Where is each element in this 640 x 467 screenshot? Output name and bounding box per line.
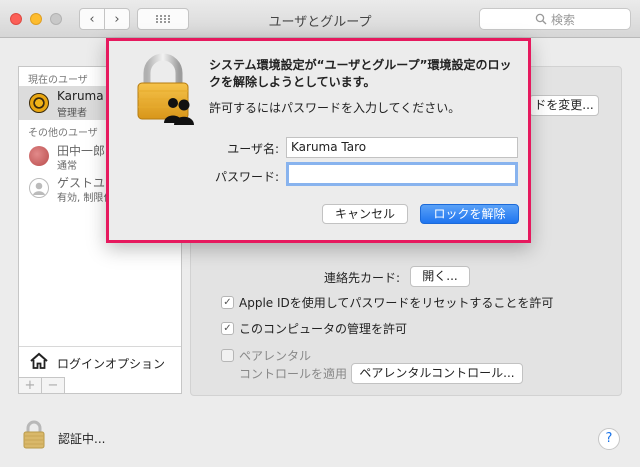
user-avatar [29,146,49,166]
chevron-left-icon: ‹ [89,11,95,27]
open-contact-card-button[interactable]: 開く... [410,266,470,287]
remove-user-button[interactable]: − [42,378,64,393]
auth-status-text: 認証中... [58,432,106,446]
window-title: ユーザとグループ [268,15,372,30]
user-role: 管理者 [57,108,87,119]
house-icon [30,352,48,369]
unlock-dialog: システム環境設定が“ユーザとグループ”環境設定のロックを解除しようとしています。… [106,38,531,243]
search-input[interactable]: 検索 [479,8,631,30]
reset-password-apple-id-checkbox[interactable]: ✓ [221,296,234,309]
allow-admin-checkbox[interactable]: ✓ [221,322,234,335]
user-avatar [29,93,49,113]
lock-icon[interactable] [22,420,46,450]
password-field[interactable] [286,162,518,186]
change-password-button[interactable]: ドを変更... [529,95,599,116]
minimize-window-button[interactable] [30,13,42,25]
help-button[interactable]: ? [598,428,620,450]
user-role: 有効, 制限付 [57,193,114,204]
add-remove-user-controls: + − [18,377,65,394]
parental-controls-button[interactable]: ペアレンタルコントロール... [351,363,523,384]
zoom-window-button[interactable] [50,13,62,25]
parental-label-line1: ペアレンタル [239,349,312,363]
add-user-button[interactable]: + [19,378,42,393]
allow-admin-label: このコンピュータの管理を許可 [239,322,408,336]
lock-users-icon [137,53,194,125]
unlock-button[interactable]: ロックを解除 [420,204,519,224]
show-all-button[interactable] [137,8,189,30]
username-label: ユーザ名: [227,142,279,156]
close-window-button[interactable] [10,13,22,25]
cancel-button[interactable]: キャンセル [322,204,408,224]
chevron-right-icon: › [114,11,120,27]
title-bar: ‹ › ユーザとグループ 検索 [0,0,640,38]
dialog-subtitle: 許可するにはパスワードを入力してください。 [209,101,461,115]
user-role: 通常 [57,161,77,172]
password-label: パスワード: [214,170,279,184]
contact-card-label: 連絡先カード: [324,271,401,285]
search-icon [535,13,547,25]
back-button[interactable]: ‹ [79,8,105,30]
parental-label-line2: コントロールを適用 [239,367,348,381]
login-options-label: ログインオプション [57,357,166,371]
grid-icon [156,15,170,23]
forward-button[interactable]: › [104,8,130,30]
guest-avatar-icon [29,178,49,198]
reset-password-apple-id-label: Apple IDを使用してパスワードをリセットすることを許可 [239,296,554,310]
parental-controls-checkbox[interactable] [221,349,234,362]
current-users-heading: 現在のユーザ [28,75,88,86]
login-options-item[interactable]: ログインオプション [19,346,181,376]
dialog-title: システム環境設定が“ユーザとグループ”環境設定のロックを解除しようとしています。 [209,58,512,89]
username-field[interactable]: Karuma Taro [286,137,518,158]
other-users-heading: その他のユーザ [28,128,98,139]
search-placeholder: 検索 [550,12,575,27]
